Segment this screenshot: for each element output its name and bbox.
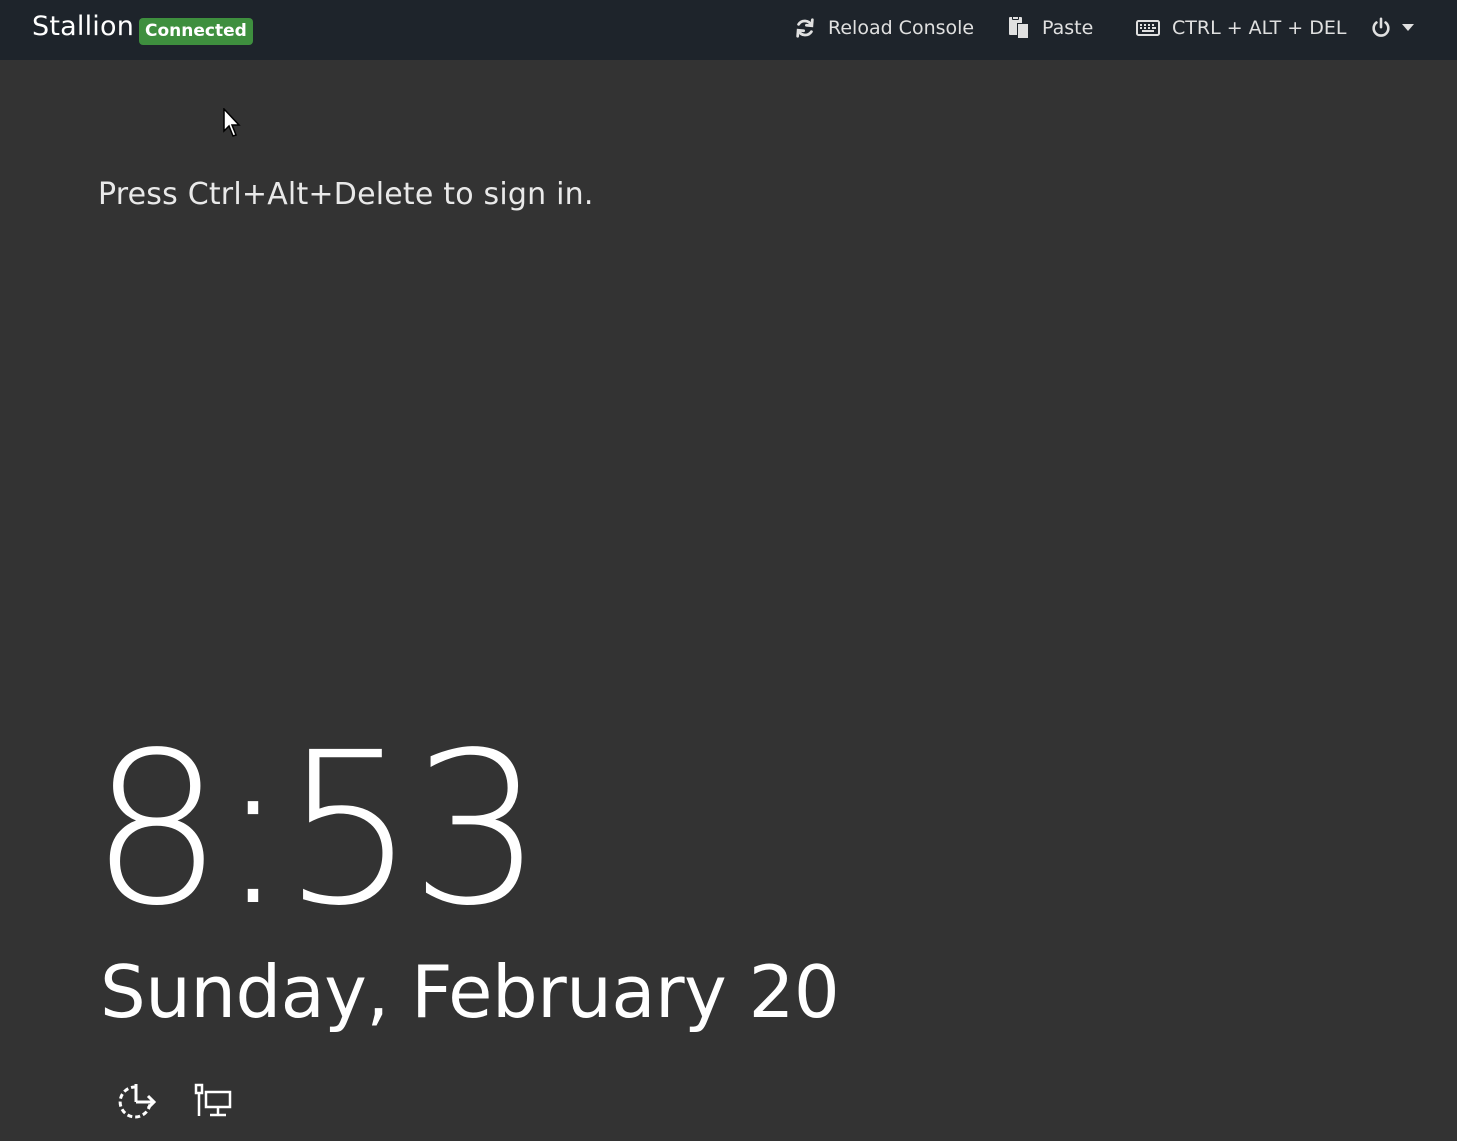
lock-screen-date: Sunday, February 20 — [100, 950, 840, 1034]
reload-console-label: Reload Console — [828, 17, 975, 39]
paste-label: Paste — [1042, 17, 1094, 39]
keyboard-icon — [1136, 20, 1160, 36]
mouse-cursor — [223, 107, 243, 144]
app-title: Stallion — [32, 11, 135, 42]
remote-console-screen[interactable]: Press Ctrl+Alt+Delete to sign in. 8:53 S… — [0, 60, 1457, 1141]
power-icon — [1370, 17, 1392, 39]
refresh-icon — [794, 17, 816, 39]
lock-screen-time: 8:53 — [90, 707, 544, 952]
ctrl-alt-del-label: CTRL + ALT + DEL — [1172, 17, 1347, 39]
status-badge: Connected — [139, 18, 253, 45]
ctrl-alt-del-button[interactable]: CTRL + ALT + DEL — [1136, 12, 1346, 44]
sign-in-prompt: Press Ctrl+Alt+Delete to sign in. — [98, 177, 594, 212]
caret-down-icon — [1402, 24, 1414, 32]
reload-console-button[interactable]: Reload Console — [794, 12, 974, 44]
top-bar: Stallion Connected Reload Console Paste — [0, 0, 1457, 60]
ease-of-access-icon[interactable] — [114, 1082, 158, 1126]
paste-button[interactable]: Paste — [1008, 12, 1093, 44]
power-menu-button[interactable] — [1370, 12, 1414, 44]
clipboard-icon — [1008, 16, 1030, 40]
network-icon[interactable] — [194, 1082, 234, 1126]
